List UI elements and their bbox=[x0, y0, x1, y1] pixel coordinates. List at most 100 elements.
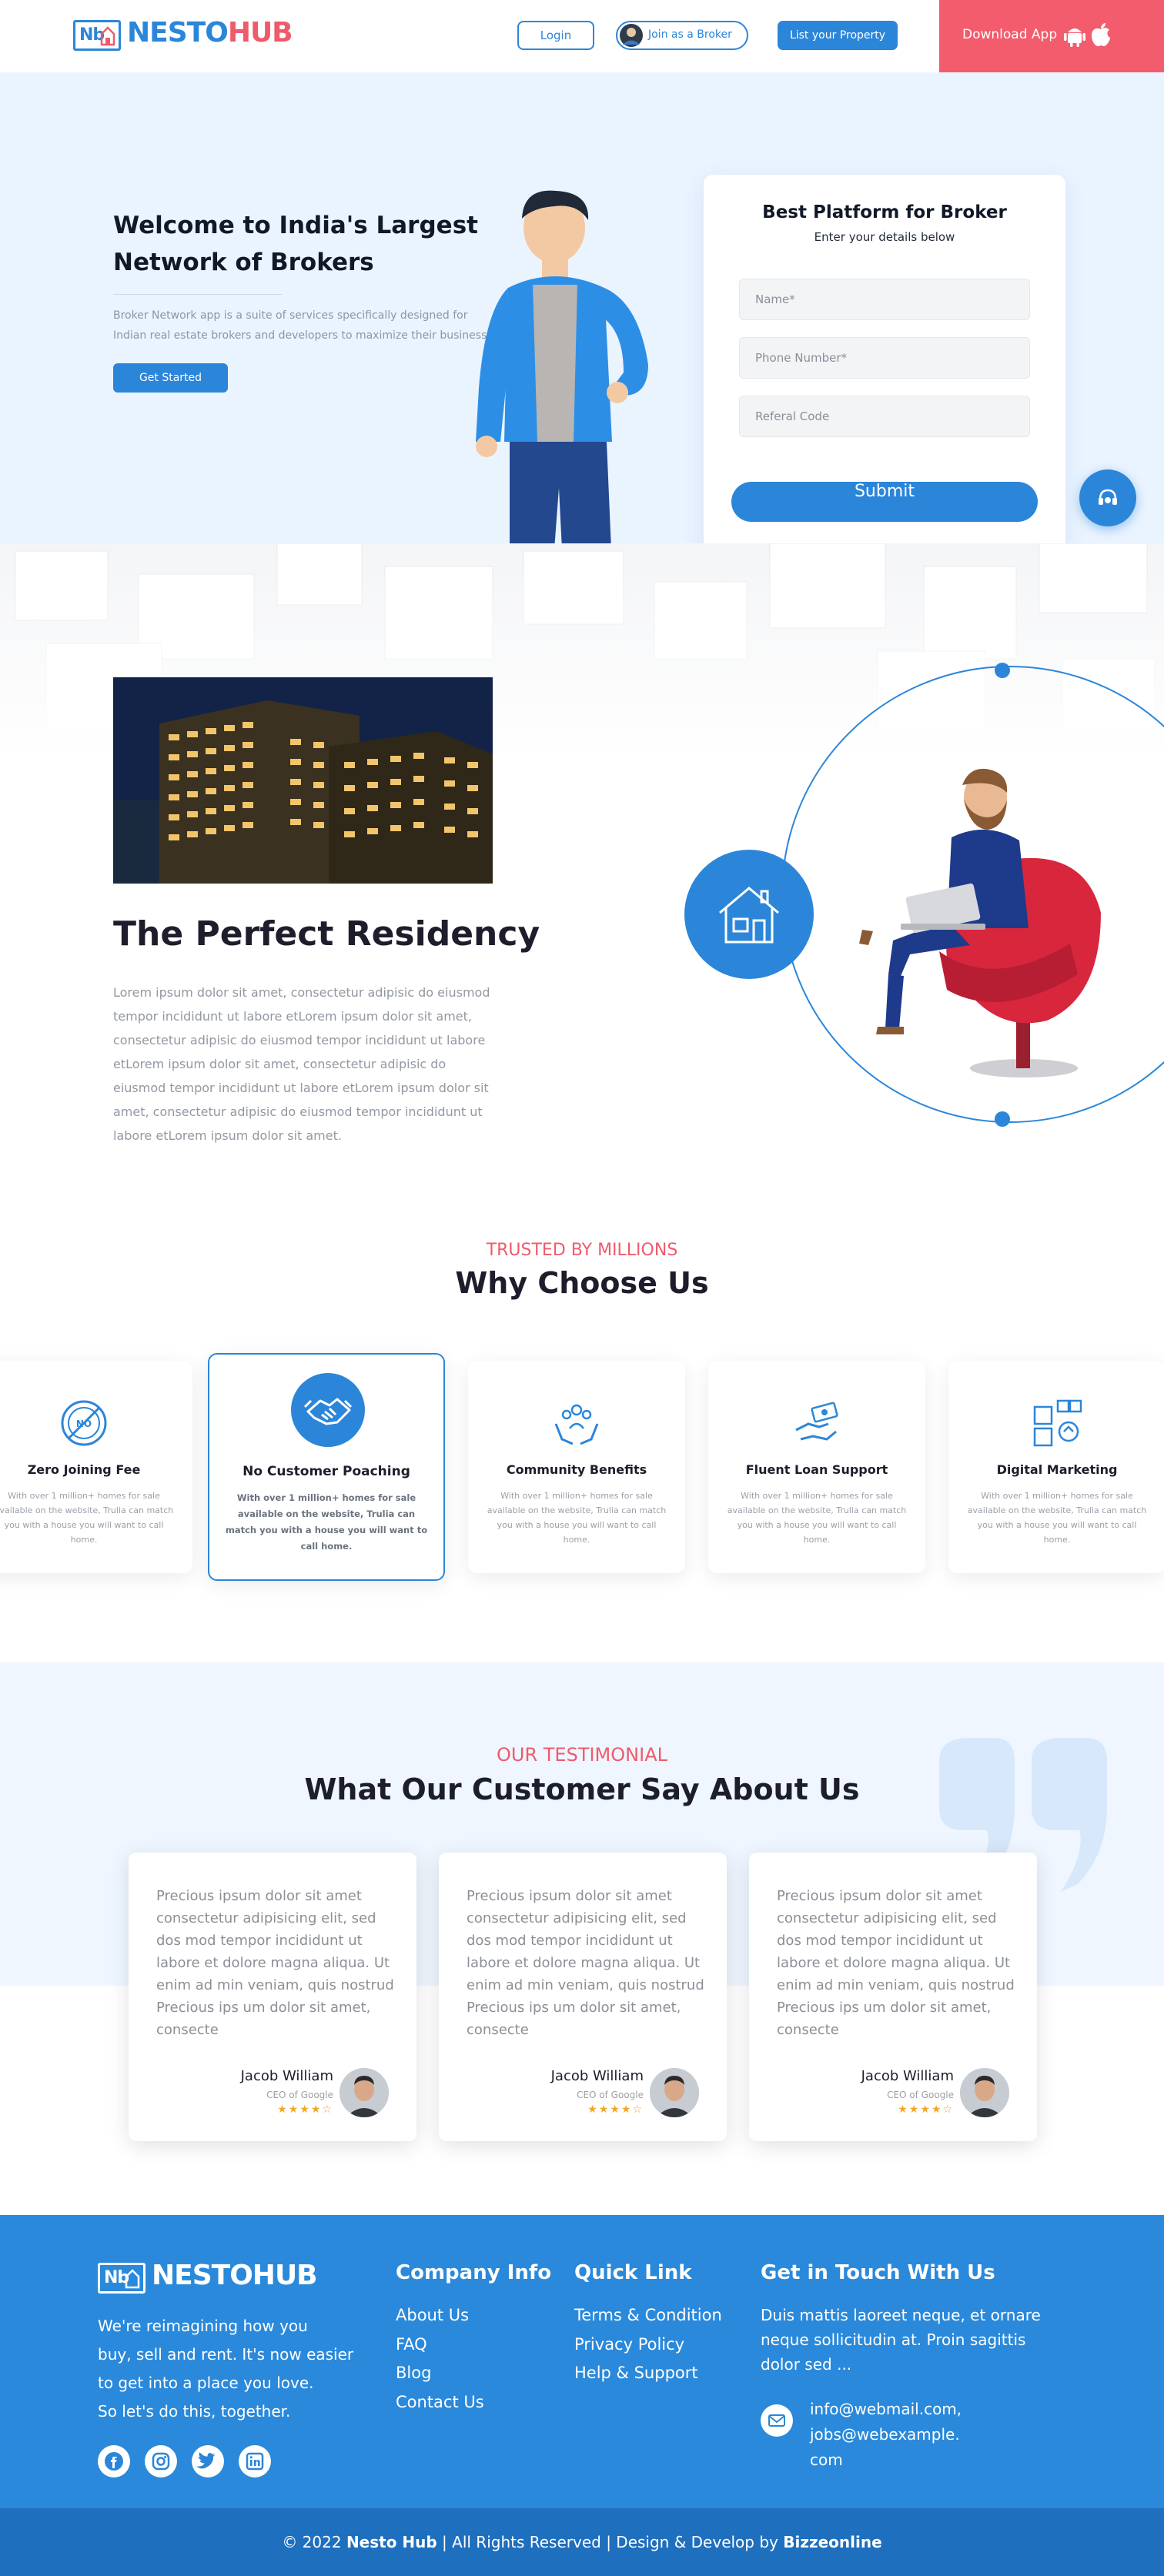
join-broker-button[interactable]: Join as a Broker bbox=[616, 21, 748, 50]
tagline-line: So let's do this, together. bbox=[98, 2402, 291, 2421]
contact-text-line: Duis mattis laoreet neque, et ornare bbox=[761, 2306, 1041, 2324]
testimonial-role: CEO of Google bbox=[887, 2090, 954, 2100]
svg-text:NO: NO bbox=[76, 1418, 92, 1429]
contact-emails[interactable]: info@webmail.com, jobs@webexample. com bbox=[810, 2397, 962, 2473]
copyright-mid: | All Rights Reserved | Design & Develop… bbox=[436, 2533, 784, 2551]
testimonial-card: Precious ipsum dolor sit amet consectetu… bbox=[439, 1853, 727, 2141]
name-field[interactable]: Name* bbox=[739, 279, 1030, 320]
house-circle-badge bbox=[684, 850, 814, 979]
referral-code-field[interactable]: Referal Code bbox=[739, 396, 1030, 437]
tagline-line: buy, sell and rent. It's now easier bbox=[98, 2345, 354, 2364]
form-title: Best Platform for Broker bbox=[762, 202, 1007, 222]
feature-text: With over 1 million+ homes for sale avai… bbox=[487, 1491, 667, 1545]
footer-link-contact[interactable]: Contact Us bbox=[396, 2393, 484, 2411]
twitter-icon[interactable] bbox=[192, 2445, 224, 2477]
apple-icon bbox=[1092, 23, 1110, 46]
logo-mark-icon[interactable]: Nb bbox=[73, 20, 121, 51]
footer-logo-mark-icon[interactable]: Nb bbox=[98, 2263, 146, 2294]
feature-text: With over 1 million+ homes for sale avai… bbox=[225, 1492, 428, 1552]
residency-building-photo bbox=[113, 677, 493, 884]
form-subtitle: Enter your details below bbox=[814, 230, 955, 244]
download-app-button[interactable]: Download App bbox=[939, 0, 1164, 72]
submit-button[interactable]: Submit bbox=[731, 482, 1038, 522]
feature-title: No Customer Poaching bbox=[242, 1464, 410, 1479]
hero-desc-line2: Indian real estate brokers and developer… bbox=[113, 329, 490, 342]
top-navbar: Nb NESTOHUB Login Join as a Broker List … bbox=[0, 0, 1164, 72]
android-icon bbox=[1064, 28, 1085, 47]
testimonial-role: CEO of Google bbox=[577, 2090, 644, 2100]
rating-stars: ★★★★☆ bbox=[277, 2103, 333, 2116]
feature-card-no-poaching[interactable]: No Customer Poaching With over 1 million… bbox=[208, 1353, 445, 1581]
feature-card-community[interactable]: Community Benefits With over 1 million+ … bbox=[468, 1361, 685, 1573]
logo-word-a: NESTO bbox=[127, 17, 229, 48]
footer-link-blog[interactable]: Blog bbox=[396, 2364, 431, 2382]
why-kicker: TRUSTED BY MILLIONS bbox=[486, 1241, 678, 1260]
residency-section: The Perfect Residency Lorem ipsum dolor … bbox=[0, 543, 1164, 1182]
testimonial-kicker: OUR TESTIMONIAL bbox=[497, 1744, 667, 1766]
email-line[interactable]: com bbox=[810, 2447, 962, 2473]
feature-text: With over 1 million+ homes for sale avai… bbox=[967, 1491, 1147, 1545]
broker-avatar-icon bbox=[620, 24, 643, 47]
contact-text-line: neque sollicitudin at. Proin sagittis bbox=[761, 2330, 1026, 2349]
testimonial-quote: Precious ipsum dolor sit amet consectetu… bbox=[467, 1888, 704, 2038]
residency-title: The Perfect Residency bbox=[113, 914, 540, 954]
get-started-button[interactable]: Get Started bbox=[113, 363, 228, 393]
rating-stars: ★★★★☆ bbox=[898, 2103, 954, 2116]
feature-text: With over 1 million+ homes for sale avai… bbox=[727, 1491, 907, 1545]
businessman-chair-illustration bbox=[859, 768, 1101, 1078]
feature-text: With over 1 million+ homes for sale avai… bbox=[0, 1491, 174, 1545]
login-button[interactable]: Login bbox=[517, 21, 594, 50]
footer-link-privacy[interactable]: Privacy Policy bbox=[574, 2335, 684, 2354]
tagline-line: to get into a place you love. bbox=[98, 2374, 314, 2392]
feature-card-marketing[interactable]: Digital Marketing With over 1 million+ h… bbox=[948, 1361, 1164, 1573]
footer-link-help[interactable]: Help & Support bbox=[574, 2364, 698, 2382]
footer-house-icon bbox=[125, 2269, 140, 2289]
testimonial-name: Jacob William bbox=[240, 2068, 333, 2084]
avatar bbox=[650, 2068, 699, 2117]
email-line[interactable]: info@webmail.com, bbox=[810, 2397, 962, 2422]
logo-word-b: HUB bbox=[227, 17, 293, 48]
list-property-button[interactable]: List your Property bbox=[778, 21, 898, 50]
contact-text: Duis mattis laoreet neque, et ornare neq… bbox=[761, 2303, 1041, 2377]
feature-title: Digital Marketing bbox=[996, 1462, 1118, 1477]
hero-section: Welcome to India's Largest Network of Br… bbox=[0, 72, 1164, 543]
footer-link-terms[interactable]: Terms & Condition bbox=[574, 2306, 722, 2324]
developer-link[interactable]: Bizzeonline bbox=[783, 2533, 881, 2551]
contact-text-line: dolor sed ... bbox=[761, 2355, 852, 2374]
copyright-text: © 2022 Nesto Hub | All Rights Reserved |… bbox=[0, 2533, 1164, 2551]
footer-link-faq[interactable]: FAQ bbox=[396, 2335, 427, 2354]
download-app-label: Download App bbox=[962, 27, 1058, 42]
testimonial-name: Jacob William bbox=[861, 2068, 954, 2084]
mail-icon bbox=[761, 2404, 793, 2437]
feature-title: Zero Joining Fee bbox=[27, 1462, 141, 1477]
headset-icon bbox=[1099, 489, 1117, 505]
residency-body: Lorem ipsum dolor sit amet, consectetur … bbox=[113, 985, 490, 1143]
testimonial-card: Precious ipsum dolor sit amet consectetu… bbox=[129, 1853, 416, 2141]
support-chat-button[interactable] bbox=[1079, 469, 1136, 526]
feature-card-zero-fee[interactable]: NO Zero Joining Fee With over 1 million+… bbox=[0, 1361, 192, 1573]
quick-link-heading: Quick Link bbox=[574, 2261, 692, 2284]
loan-icon bbox=[795, 1402, 838, 1441]
join-broker-label: Join as a Broker bbox=[648, 28, 732, 41]
phone-field[interactable]: Phone Number* bbox=[739, 337, 1030, 379]
hero-title-line2: Network of Brokers bbox=[113, 249, 374, 276]
footer-link-about[interactable]: About Us bbox=[396, 2306, 469, 2324]
instagram-icon[interactable] bbox=[145, 2445, 177, 2477]
hero-description: Broker Network app is a suite of service… bbox=[113, 306, 490, 346]
feature-card-loan[interactable]: Fluent Loan Support With over 1 million+… bbox=[708, 1361, 925, 1573]
avatar bbox=[340, 2068, 389, 2117]
feature-title: Fluent Loan Support bbox=[745, 1462, 888, 1477]
email-line[interactable]: jobs@webexample. bbox=[810, 2422, 962, 2447]
avatar bbox=[960, 2068, 1009, 2117]
linkedin-icon[interactable] bbox=[239, 2445, 271, 2477]
footer-logo-text[interactable]: NESTOHUB bbox=[152, 2260, 318, 2291]
testimonial-role: CEO of Google bbox=[266, 2090, 333, 2100]
handshake-icon bbox=[291, 1373, 365, 1447]
house-icon bbox=[719, 887, 779, 944]
get-in-touch-heading: Get in Touch With Us bbox=[761, 2261, 995, 2284]
facebook-icon[interactable] bbox=[98, 2445, 130, 2477]
tagline-line: We're reimagining how you bbox=[98, 2317, 308, 2335]
broker-signup-form: Best Platform for Broker Enter your deta… bbox=[704, 175, 1065, 543]
logo-wordmark[interactable]: NESTOHUB bbox=[127, 17, 293, 48]
feature-title: Community Benefits bbox=[506, 1462, 647, 1477]
